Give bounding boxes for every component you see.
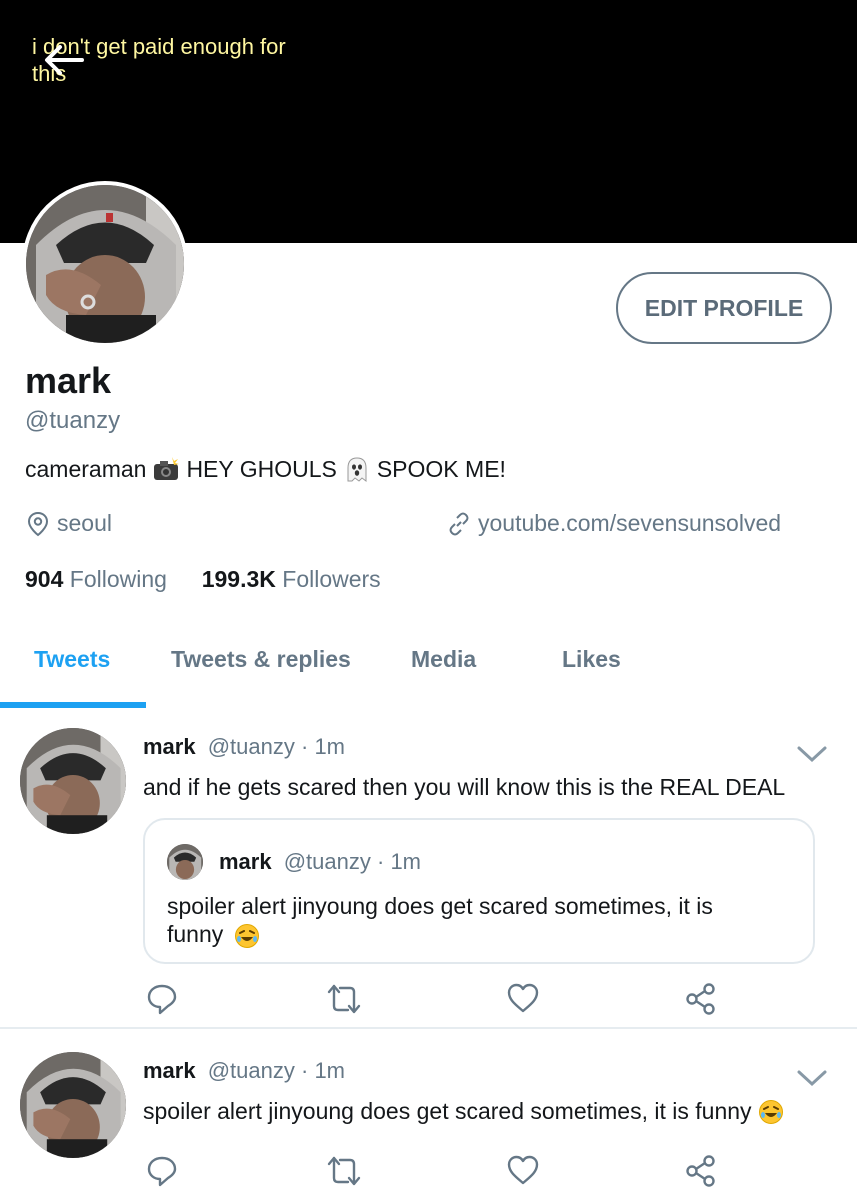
- tab-tweets[interactable]: Tweets: [34, 646, 110, 673]
- laughing-emoji-icon: [758, 1099, 783, 1124]
- retweet-icon[interactable]: [326, 982, 362, 1016]
- tweet-time: · 1m: [301, 734, 345, 759]
- back-button[interactable]: [42, 42, 86, 78]
- edit-profile-button[interactable]: EDIT PROFILE: [616, 272, 832, 344]
- tweet-header: mark @tuanzy · 1m: [143, 734, 345, 760]
- quoted-tweet-avatar: [167, 844, 203, 880]
- quoted-tweet-header: mark @tuanzy · 1m: [219, 849, 421, 875]
- profile-tabs: Tweets Tweets & replies Media Likes: [0, 620, 857, 708]
- tweet-text-block: spoiler alert jinyoung does get scared s…: [143, 1098, 784, 1125]
- camera-flash-icon: [154, 457, 180, 480]
- profile-bio: cameraman HEY GHOULS SPOOK ME!: [25, 455, 506, 483]
- tweet-actions: [0, 1154, 857, 1190]
- followers-label: Followers: [282, 566, 381, 592]
- like-heart-icon[interactable]: [506, 982, 540, 1014]
- tweet-avatar[interactable]: [20, 728, 126, 834]
- profile-avatar[interactable]: [22, 181, 188, 347]
- link-icon: [449, 512, 469, 535]
- laughing-emoji-icon: [234, 923, 259, 948]
- reply-icon[interactable]: [146, 982, 178, 1016]
- tweet-author-name[interactable]: mark: [143, 734, 196, 759]
- tweet[interactable]: mark @tuanzy · 1m and if he gets scared …: [0, 708, 857, 1028]
- tab-likes[interactable]: Likes: [562, 646, 621, 673]
- quoted-tweet-time: · 1m: [377, 849, 421, 874]
- website-link[interactable]: youtube.com/sevensunsolved: [478, 510, 781, 537]
- like-heart-icon[interactable]: [506, 1154, 540, 1186]
- following-count: 904: [25, 566, 64, 592]
- share-icon[interactable]: [684, 1154, 718, 1188]
- chevron-down-icon[interactable]: [796, 744, 828, 764]
- quoted-tweet[interactable]: mark @tuanzy · 1m spoiler alert jinyoung…: [143, 818, 815, 964]
- tweet-avatar[interactable]: [20, 1052, 126, 1158]
- chevron-down-icon[interactable]: [796, 1068, 828, 1088]
- location-text: seoul: [57, 510, 112, 536]
- tweet-time: · 1m: [301, 1058, 345, 1083]
- quoted-author-handle: @tuanzy: [283, 849, 371, 874]
- bio-text-1: cameraman: [25, 455, 147, 482]
- profile-website[interactable]: youtube.com/sevensunsolved: [446, 510, 781, 537]
- tab-media[interactable]: Media: [411, 646, 476, 673]
- bio-text-2: HEY GHOULS: [186, 455, 337, 482]
- followers-link[interactable]: 199.3K Followers: [202, 566, 381, 592]
- arrow-left-icon: [45, 45, 84, 75]
- profile-handle: @tuanzy: [25, 407, 121, 434]
- tab-tweets-and-replies[interactable]: Tweets & replies: [171, 646, 351, 673]
- retweet-icon[interactable]: [326, 1154, 362, 1188]
- profile-stats: 904 Following 199.3K Followers: [25, 566, 381, 593]
- reply-icon[interactable]: [146, 1154, 178, 1188]
- tweet-text: and if he gets scared then you will know…: [143, 774, 786, 800]
- quoted-tweet-text-block: spoiler alert jinyoung does get scared s…: [167, 892, 767, 949]
- following-link[interactable]: 904 Following: [25, 566, 167, 592]
- tweet-header: mark @tuanzy · 1m: [143, 1058, 345, 1084]
- ghost-icon: [347, 457, 367, 482]
- followers-count: 199.3K: [201, 566, 276, 592]
- tweet[interactable]: mark @tuanzy · 1m spoiler alert jinyoung…: [0, 1030, 857, 1200]
- tweet-author-handle: @tuanzy: [207, 734, 295, 759]
- tweet-actions: [0, 982, 857, 1018]
- bio-text-3: SPOOK ME!: [376, 455, 506, 482]
- location-pin-icon: [27, 511, 49, 536]
- quoted-author-name: mark: [219, 849, 272, 874]
- tweet-text: spoiler alert jinyoung does get scared s…: [143, 1098, 752, 1124]
- tweet-author-handle: @tuanzy: [207, 1058, 295, 1083]
- profile-location: seoul: [25, 510, 112, 537]
- following-label: Following: [69, 566, 167, 592]
- profile-name: mark: [25, 360, 112, 401]
- share-icon[interactable]: [684, 982, 718, 1016]
- tweet-author-name[interactable]: mark: [143, 1058, 196, 1083]
- tweet-divider: [0, 1027, 857, 1029]
